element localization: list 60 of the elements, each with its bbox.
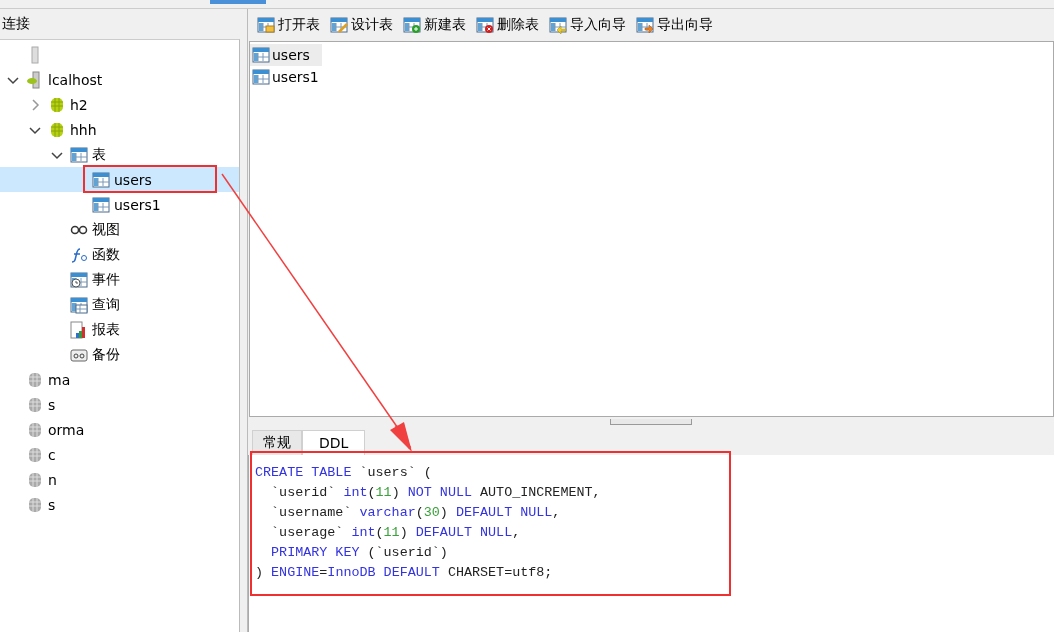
database-icon bbox=[26, 395, 44, 414]
table-item[interactable]: users bbox=[250, 44, 322, 66]
tree-item[interactable]: orma bbox=[0, 417, 239, 442]
tree-item[interactable]: lcalhost bbox=[0, 67, 239, 92]
database-icon bbox=[26, 420, 44, 439]
toolbar-button[interactable]: 导入向导 bbox=[546, 15, 629, 35]
tree-item[interactable]: ma bbox=[0, 367, 239, 392]
tree-item[interactable]: 视图 bbox=[0, 217, 239, 242]
grid-icon bbox=[70, 295, 88, 314]
tree-item[interactable]: users1 bbox=[0, 192, 239, 217]
database-icon bbox=[26, 445, 44, 464]
database-icon bbox=[26, 495, 44, 514]
tree-item[interactable]: 函数 bbox=[0, 242, 239, 267]
table-icon bbox=[92, 170, 110, 189]
tree-item[interactable]: s bbox=[0, 392, 239, 417]
tree-item[interactable]: hhh bbox=[0, 117, 239, 142]
code-line: ) ENGINE=InnoDB DEFAULT CHARSET=utf8; bbox=[255, 564, 554, 582]
code-line: CREATE TABLE `users` ( bbox=[255, 464, 433, 482]
report-icon bbox=[70, 320, 88, 339]
toolbar-button[interactable]: 打开表 bbox=[254, 15, 323, 35]
toolbar-button[interactable]: 新建表 bbox=[400, 15, 469, 35]
database-icon bbox=[26, 370, 44, 389]
table-icon bbox=[92, 195, 110, 214]
export-icon bbox=[636, 16, 654, 34]
table-icon bbox=[70, 145, 88, 164]
table-icon bbox=[252, 46, 270, 64]
tree-item[interactable]: n bbox=[0, 467, 239, 492]
database-icon bbox=[26, 470, 44, 489]
tree-item[interactable]: s bbox=[0, 492, 239, 517]
function-icon bbox=[70, 245, 88, 264]
delete-table-icon bbox=[476, 16, 494, 34]
calendar-clock-icon bbox=[70, 270, 88, 289]
table-icon bbox=[252, 68, 270, 86]
add-table-icon bbox=[403, 16, 421, 34]
toolbar-button[interactable]: 设计表 bbox=[327, 15, 396, 35]
tree-item[interactable]: 查询 bbox=[0, 292, 239, 317]
tree-item[interactable]: 报表 bbox=[0, 317, 239, 342]
code-line: `userage` int(11) DEFAULT NULL, bbox=[270, 524, 522, 542]
tree-item[interactable]: users bbox=[0, 167, 239, 192]
database-icon bbox=[48, 95, 66, 114]
tab[interactable]: 常规 bbox=[252, 430, 302, 455]
tab[interactable]: DDL bbox=[302, 430, 366, 455]
tree-item[interactable]: 事件 bbox=[0, 267, 239, 292]
tree-item[interactable]: 备份 bbox=[0, 342, 239, 367]
toolbar-button[interactable]: 删除表 bbox=[473, 15, 542, 35]
open-table-icon bbox=[257, 16, 275, 34]
code-line: PRIMARY KEY (`userid`) bbox=[270, 544, 449, 562]
toolbar-button[interactable]: 导出向导 bbox=[633, 15, 716, 35]
tree-item[interactable]: c bbox=[0, 442, 239, 467]
table-item[interactable]: users1 bbox=[250, 66, 322, 88]
glasses-icon bbox=[70, 224, 88, 235]
tree-item[interactable]: h2 bbox=[0, 92, 239, 117]
code-line: `userid` int(11) NOT NULL AUTO_INCREMENT, bbox=[270, 484, 602, 502]
import-icon bbox=[549, 16, 567, 34]
tree-item[interactable]: 表 bbox=[0, 142, 239, 167]
code-line: `username` varchar(30) DEFAULT NULL, bbox=[270, 504, 562, 522]
tab-strip bbox=[210, 0, 266, 4]
design-table-icon bbox=[330, 16, 348, 34]
panel-title: 连接 bbox=[1, 14, 31, 33]
database-icon bbox=[48, 120, 66, 139]
